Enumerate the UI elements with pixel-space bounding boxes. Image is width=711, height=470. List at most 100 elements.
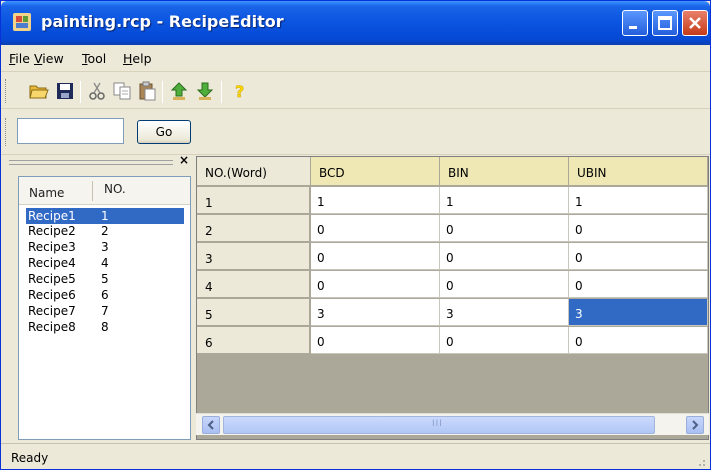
copy-icon[interactable]: [112, 81, 132, 101]
grid-row-header[interactable]: 2: [197, 215, 310, 242]
resize-grip-icon[interactable]: [694, 455, 706, 467]
grid-header-label: UBIN: [577, 166, 607, 180]
panel-header[interactable]: ×: [5, 153, 191, 170]
grid-cell-bin[interactable]: 0: [440, 271, 569, 298]
cell-value: 1: [446, 195, 454, 209]
recipe-list-item[interactable]: Recipe5 5: [26, 271, 184, 287]
recipe-no: 6: [101, 288, 109, 302]
grid-cell-bcd[interactable]: 3: [311, 299, 440, 326]
toolbar-grip[interactable]: [5, 118, 8, 146]
cell-value: 3: [575, 307, 583, 321]
grid-cell-bcd[interactable]: 0: [311, 215, 440, 242]
grid-cell-bcd[interactable]: 0: [311, 271, 440, 298]
grid-row-header[interactable]: 3: [197, 243, 310, 270]
scroll-right-button[interactable]: [686, 416, 704, 434]
grid-row-header[interactable]: 4: [197, 271, 310, 298]
row-number: 3: [205, 252, 213, 266]
row-number: 5: [205, 308, 213, 322]
recipe-list-item[interactable]: Recipe1 1: [26, 208, 184, 224]
go-button[interactable]: Go: [137, 120, 191, 144]
grid-header-label: BIN: [448, 166, 469, 180]
open-folder-icon[interactable]: [29, 81, 49, 101]
panel-close-icon[interactable]: ×: [179, 153, 189, 167]
row-number: 1: [205, 196, 213, 210]
recipe-list-item[interactable]: Recipe2 2: [26, 223, 184, 239]
cell-value: 0: [317, 279, 325, 293]
toolbar-grip[interactable]: [5, 79, 8, 103]
cell-value: 0: [317, 251, 325, 265]
grid-cell-ubin[interactable]: 0: [569, 215, 708, 242]
grid-cell-bcd[interactable]: 1: [311, 187, 440, 214]
grid-header-bin[interactable]: BIN: [440, 157, 569, 186]
horizontal-scrollbar[interactable]: III: [196, 413, 709, 435]
grid-row-header[interactable]: 6: [197, 327, 310, 354]
recipe-list-item[interactable]: Recipe8 8: [26, 319, 184, 335]
grid-cell-bcd[interactable]: 0: [311, 243, 440, 270]
minimize-button[interactable]: [622, 10, 648, 36]
close-icon: [689, 17, 701, 29]
menu-tool[interactable]: Tool: [82, 51, 106, 66]
grid-cell-bin[interactable]: 3: [440, 299, 569, 326]
recipe-list-item[interactable]: Recipe3 3: [26, 239, 184, 255]
menu-file-label: ile: [15, 51, 30, 66]
scroll-left-button[interactable]: [202, 416, 220, 434]
recipe-name: Recipe2: [28, 224, 76, 238]
grid-cell-ubin[interactable]: 0: [569, 243, 708, 270]
save-icon[interactable]: [55, 81, 75, 101]
menu-help-hotkey: H: [123, 51, 133, 66]
grid-cell-ubin[interactable]: 0: [569, 327, 708, 354]
recipe-no: 4: [101, 256, 109, 270]
toolbar-separator: [162, 81, 163, 103]
grid-cell-bin[interactable]: 1: [440, 187, 569, 214]
grid-row-header[interactable]: 1: [197, 187, 310, 214]
grid-cell-ubin[interactable]: 0: [569, 271, 708, 298]
title-bar[interactable]: painting.rcp - RecipeEditor: [1, 1, 710, 45]
recipe-data-grid[interactable]: NO.(Word) BCD BIN UBIN 1 1 1 1 2 0 0 0 3…: [196, 156, 709, 440]
grid-cell-bin[interactable]: 0: [440, 243, 569, 270]
search-toolbar: Go: [1, 110, 710, 155]
scroll-thumb[interactable]: III: [223, 416, 655, 434]
grid-row-header[interactable]: 5: [197, 299, 310, 326]
recipe-no: 3: [101, 240, 109, 254]
recipe-no: 7: [101, 304, 109, 318]
recipe-name: Recipe6: [28, 288, 76, 302]
grid-header-ubin[interactable]: UBIN: [569, 157, 708, 186]
grid-header-bcd[interactable]: BCD: [311, 157, 440, 186]
recipe-list-item[interactable]: Recipe7 7: [26, 303, 184, 319]
grid-cell-bin[interactable]: 0: [440, 215, 569, 242]
recipe-search-input[interactable]: [17, 118, 124, 144]
status-text: Ready: [11, 451, 49, 465]
row-number: 4: [205, 280, 213, 294]
recipe-name: Recipe4: [28, 256, 76, 270]
grid-header-no-word[interactable]: NO.(Word): [197, 157, 311, 186]
download-icon[interactable]: [195, 81, 215, 101]
grid-cell-bin[interactable]: 0: [440, 327, 569, 354]
menu-file[interactable]: File: [9, 51, 30, 66]
menu-view[interactable]: View: [34, 51, 64, 66]
upload-icon[interactable]: [169, 81, 189, 101]
menu-help[interactable]: Help: [123, 51, 152, 66]
column-name[interactable]: Name: [29, 186, 64, 200]
recipe-list-header: Name NO.: [19, 177, 190, 205]
column-no[interactable]: NO.: [104, 182, 126, 196]
help-icon[interactable]: ?: [229, 81, 249, 101]
recipe-list-item[interactable]: Recipe6 6: [26, 287, 184, 303]
cell-value: 0: [575, 335, 583, 349]
close-button[interactable]: [682, 10, 708, 36]
recipe-no: 1: [101, 209, 109, 223]
cut-icon[interactable]: [87, 81, 107, 101]
cell-value: 1: [575, 195, 583, 209]
paste-icon[interactable]: [137, 81, 157, 101]
recipe-list-item[interactable]: Recipe4 4: [26, 255, 184, 271]
menu-tool-label: ool: [87, 51, 107, 66]
maximize-button[interactable]: [652, 10, 678, 36]
column-divider[interactable]: [92, 181, 93, 201]
recipe-list[interactable]: Name NO. Recipe1 1 Recipe2 2 Recipe3 3 Reci…: [18, 176, 191, 440]
recipe-name: Recipe5: [28, 272, 76, 286]
grid-cell-ubin[interactable]: 1: [569, 187, 708, 214]
grid-cell-ubin-selected[interactable]: 3: [569, 299, 708, 326]
grid-cell-bcd[interactable]: 0: [311, 327, 440, 354]
menu-bar: File View Tool Help: [1, 45, 710, 72]
recipe-no: 5: [101, 272, 109, 286]
maximize-icon: [658, 16, 672, 30]
